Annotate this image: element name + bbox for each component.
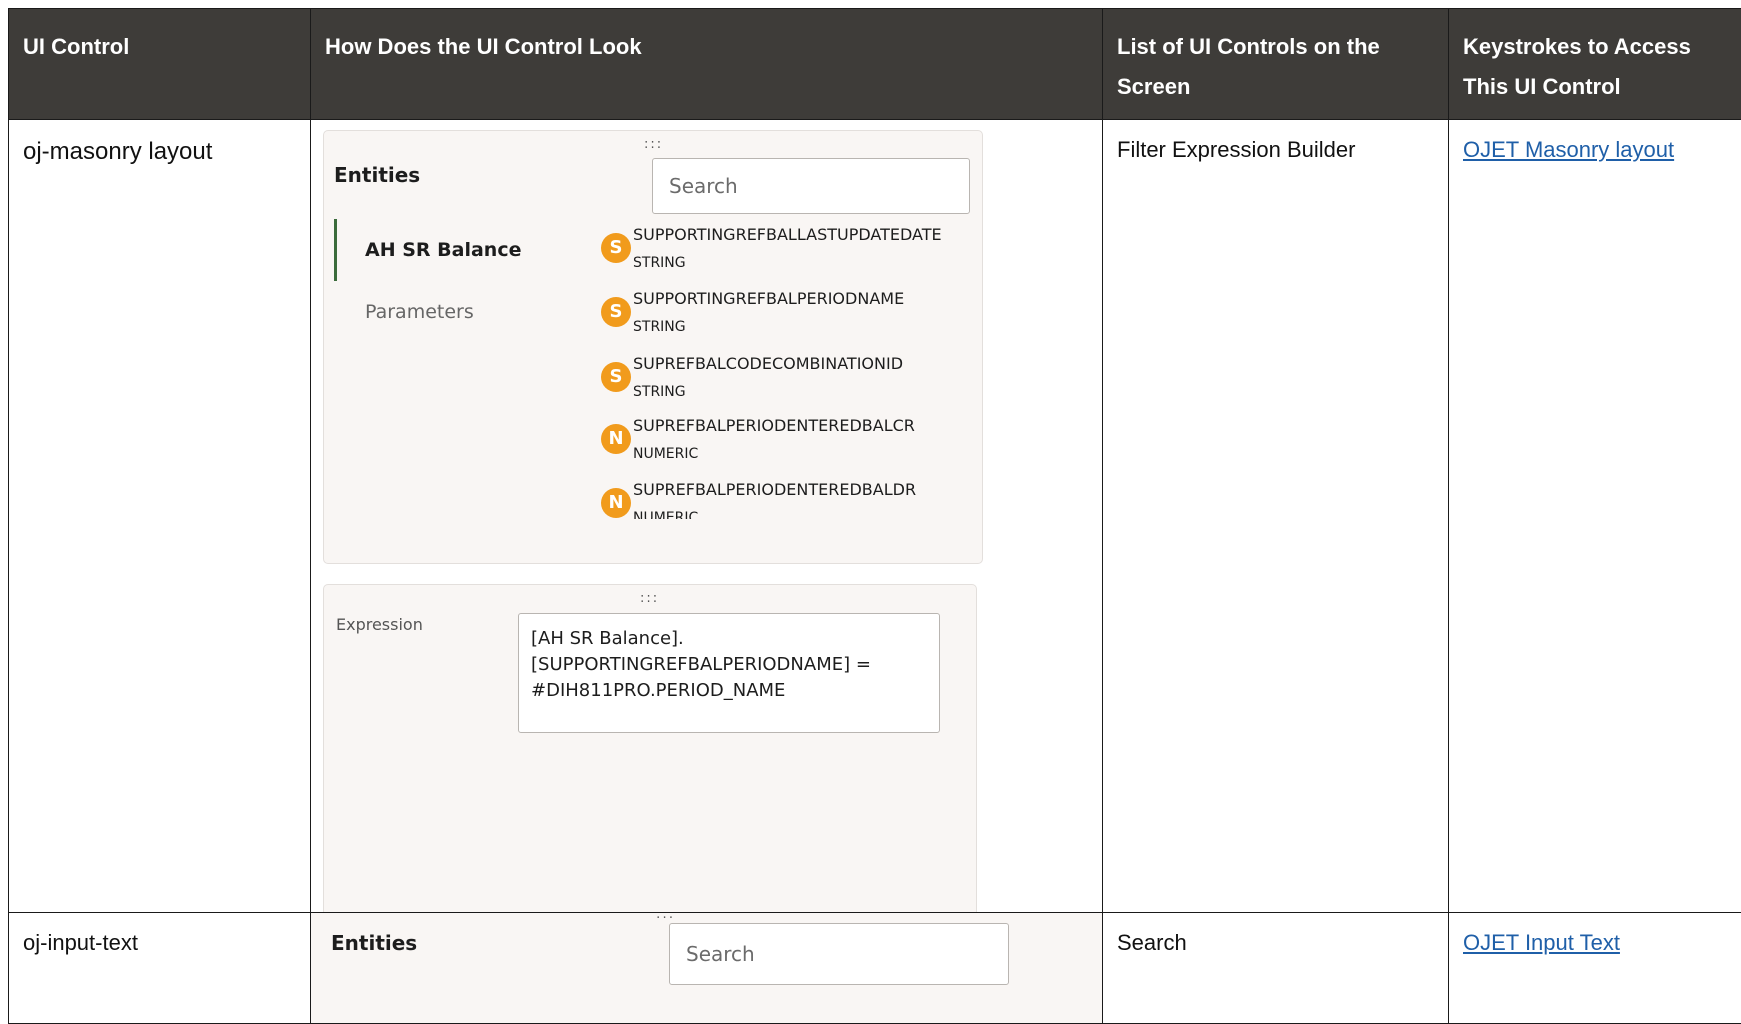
field-type: NUMERIC	[633, 446, 698, 462]
entities-card: ::: Entities Search AH SR Balance Parame…	[323, 130, 983, 564]
header-how-look: How Does the UI Control Look	[311, 9, 1103, 120]
field-name: SUPREFBALPERIODENTEREDBALDR	[633, 480, 916, 499]
field-name: SUPPORTINGREFBALLASTUPDATEDATE	[633, 225, 942, 244]
list-item[interactable]: N SUPREFBALPERIODENTEREDBALCR NUMERIC	[601, 416, 971, 468]
cell-controls-list: Search	[1103, 913, 1449, 1024]
cell-screenshot: ::: Entities Search	[311, 913, 1103, 1024]
ojet-masonry-link[interactable]: OJET Masonry layout	[1463, 137, 1674, 162]
header-controls-list: List of UI Controls on the Screen	[1103, 9, 1449, 120]
cell-controls-list: Filter Expression Builder	[1103, 120, 1449, 913]
field-type: NUMERIC	[633, 510, 698, 519]
field-type: STRING	[633, 384, 686, 400]
field-type: STRING	[633, 319, 686, 335]
masonry-screenshot: ::: Entities Search AH SR Balance Parame…	[311, 120, 1102, 912]
field-name: SUPPORTINGREFBALPERIODNAME	[633, 289, 904, 308]
cell-control-name: oj-input-text	[9, 913, 311, 1024]
cell-keystrokes: OJET Input Text	[1449, 913, 1741, 1024]
expression-line: [SUPPORTINGREFBALPERIODNAME] =	[531, 652, 927, 678]
header-keystrokes: Keystrokes to Access This UI Control	[1449, 9, 1741, 120]
cell-screenshot: ::: Entities Search AH SR Balance Parame…	[311, 120, 1103, 913]
numeric-type-icon: N	[601, 488, 631, 518]
search-input[interactable]: Search	[652, 158, 970, 214]
cell-keystrokes: OJET Masonry layout	[1449, 120, 1741, 913]
string-type-icon: S	[601, 233, 631, 263]
string-type-icon: S	[601, 362, 631, 392]
expression-textarea[interactable]: [AH SR Balance]. [SUPPORTINGREFBALPERIOD…	[518, 613, 940, 733]
list-item[interactable]: N SUPREFBALPERIODENTEREDBALDR NUMERIC	[601, 480, 971, 519]
nav-item-ah-sr-balance[interactable]: AH SR Balance	[365, 239, 521, 261]
list-item[interactable]: S SUPREFBALCODECOMBINATIONID STRING	[601, 354, 971, 406]
field-name: SUPREFBALCODECOMBINATIONID	[633, 354, 903, 373]
ojet-input-text-link[interactable]: OJET Input Text	[1463, 930, 1620, 955]
search-input[interactable]: Search	[669, 923, 1009, 985]
entities-title: Entities	[331, 931, 417, 955]
expression-line: [AH SR Balance].	[531, 626, 927, 652]
list-item[interactable]: S SUPPORTINGREFBALPERIODNAME STRING	[601, 289, 971, 341]
cell-control-name: oj-masonry layout	[9, 120, 311, 913]
expression-card: ::: Expression [AH SR Balance]. [SUPPORT…	[323, 584, 977, 912]
drag-grip-icon[interactable]: :::	[640, 591, 659, 606]
table-row: oj-masonry layout ::: Entities Search AH…	[9, 120, 1741, 913]
list-item[interactable]: S SUPPORTINGREFBALLASTUPDATEDATE STRING	[601, 225, 971, 277]
nav-item-parameters[interactable]: Parameters	[365, 301, 474, 323]
field-list: S SUPPORTINGREFBALLASTUPDATEDATE STRING …	[601, 225, 971, 519]
entities-title: Entities	[334, 163, 420, 187]
input-text-screenshot: ::: Entities Search	[311, 913, 1102, 1023]
field-type: STRING	[633, 255, 686, 271]
field-name: SUPREFBALPERIODENTEREDBALCR	[633, 416, 915, 435]
table-header-row: UI Control How Does the UI Control Look …	[9, 9, 1741, 120]
numeric-type-icon: N	[601, 424, 631, 454]
nav-active-indicator	[334, 219, 337, 281]
drag-grip-icon[interactable]: :::	[644, 137, 663, 152]
expression-label: Expression	[336, 615, 423, 634]
drag-grip-icon[interactable]: :::	[656, 913, 675, 922]
header-ui-control: UI Control	[9, 9, 311, 120]
table-row: oj-input-text ::: Entities Search Search…	[9, 913, 1741, 1024]
expression-line: #DIH811PRO.PERIOD_NAME	[531, 678, 927, 704]
string-type-icon: S	[601, 297, 631, 327]
controls-table: UI Control How Does the UI Control Look …	[8, 8, 1741, 1024]
